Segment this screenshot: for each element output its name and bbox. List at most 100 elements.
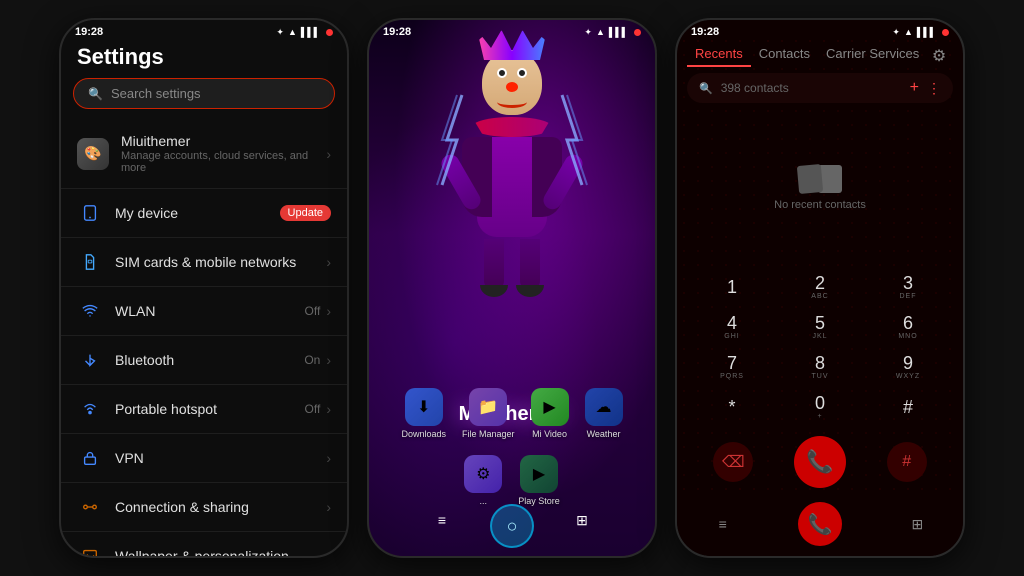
vpn-label: VPN (115, 450, 314, 466)
dial-num-5: 5 (815, 314, 825, 332)
update-badge: Update (280, 205, 331, 221)
device-icon (77, 200, 103, 226)
delete-button[interactable]: ⌫ (713, 442, 753, 482)
no-contacts-label: No recent contacts (774, 199, 866, 211)
tab-carrier[interactable]: Carrier Services (818, 42, 927, 67)
clown-mouth (497, 96, 527, 108)
dial-key-star[interactable]: * (689, 388, 775, 426)
wallpaper-label: Wallpaper & personalization (115, 548, 314, 556)
home-icon: ○ (507, 516, 518, 537)
bt-icon-3: ✦ (892, 27, 900, 38)
dial-key-3[interactable]: 3DEF (865, 268, 951, 306)
settings-item-wlan[interactable]: WLAN Off › (61, 287, 347, 336)
dial-num-6: 6 (903, 314, 913, 332)
dial-key-9[interactable]: 9WXYZ (865, 348, 951, 386)
app-other[interactable]: ⚙ ... (464, 455, 502, 506)
settings-item-mydevice[interactable]: My device Update (61, 189, 347, 238)
call-button[interactable]: 📞 (794, 436, 846, 488)
app-downloads[interactable]: ⬇ Downloads (401, 388, 446, 439)
dial-key-6[interactable]: 6MNO (865, 308, 951, 346)
settings-item-wallpaper[interactable]: Wallpaper & personalization › (61, 532, 347, 556)
settings-item-simcards[interactable]: SIM cards & mobile networks › (61, 238, 347, 287)
settings-list: 🎨 Miuithemer Manage accounts, cloud serv… (61, 119, 347, 556)
dial-num-4: 4 (727, 314, 737, 332)
phone-miuithemer: 19:28 ✦ ▲ ▌▌▌ (367, 18, 657, 558)
bars-icon-2: ▌▌▌ (609, 27, 628, 37)
chevron-icon: › (326, 146, 331, 162)
extra-button[interactable]: # (887, 442, 927, 482)
vpn-text: VPN (115, 450, 314, 466)
add-contact-icon[interactable]: + (910, 79, 919, 97)
dial-key-8[interactable]: 8TUV (777, 348, 863, 386)
app-filemanager[interactable]: 📁 File Manager (462, 388, 515, 439)
dial-key-1[interactable]: 1 (689, 268, 775, 306)
dialer-search-bar[interactable]: 🔍 398 contacts + ⋮ (687, 73, 953, 103)
dial-num-hash: # (903, 398, 913, 416)
dial-num-8: 8 (815, 354, 825, 372)
settings-item-bluetooth[interactable]: Bluetooth On › (61, 336, 347, 385)
dial-key-0[interactable]: 0+ (777, 388, 863, 426)
mivideo-label: Mi Video (532, 429, 567, 439)
more-options-icon[interactable]: ⋮ (927, 80, 941, 97)
tab-recents[interactable]: Recents (687, 42, 751, 67)
no-contacts-area: No recent contacts (677, 111, 963, 264)
signal-icon-2: ▲ (596, 27, 605, 37)
mydevice-text: My device (115, 205, 268, 221)
chevron-icon-bt: › (326, 352, 331, 368)
status-icons-3: ✦ ▲ ▌▌▌ (892, 27, 949, 38)
settings-item-hotspot[interactable]: Portable hotspot Off › (61, 385, 347, 434)
wlan-icon (77, 298, 103, 324)
bottom-dock: ≡ ○ ⊞ (369, 504, 655, 548)
search-bar[interactable]: 🔍 Search settings (73, 78, 335, 109)
recent-icon[interactable]: ⊞ (566, 504, 598, 536)
wlan-text: WLAN (115, 303, 293, 319)
settings-item-miuithemer[interactable]: 🎨 Miuithemer Manage accounts, cloud serv… (61, 119, 347, 189)
bluetooth-label: Bluetooth (115, 352, 292, 368)
settings-item-vpn[interactable]: VPN › (61, 434, 347, 483)
app-playstore[interactable]: ▶ Play Store (518, 455, 560, 506)
recent-nav-button[interactable]: ⊞ (901, 508, 933, 540)
dial-num-1: 1 (727, 278, 737, 296)
clown-legs (422, 239, 602, 297)
app-weather[interactable]: ☁ Weather (585, 388, 623, 439)
bluetooth-status-icon: ✦ (276, 27, 284, 38)
dial-key-7[interactable]: 7PQRS (689, 348, 775, 386)
hotspot-value: Off (305, 402, 321, 416)
playstore-icon: ▶ (520, 455, 558, 493)
other-icon: ⚙ (464, 455, 502, 493)
dial-key-5[interactable]: 5JKL (777, 308, 863, 346)
status-bar-2: 19:28 ✦ ▲ ▌▌▌ (369, 20, 655, 40)
settings-item-connection[interactable]: Connection & sharing › (61, 483, 347, 532)
wifi-status-icon: ▲ (288, 27, 297, 37)
dial-num-3: 3 (903, 274, 913, 292)
search-placeholder: Search settings (111, 86, 201, 101)
back-nav-icon: ≡ (719, 516, 727, 532)
delete-icon: ⌫ (722, 452, 745, 472)
chevron-icon-vpn: › (326, 450, 331, 466)
contact-cards-icon (798, 165, 842, 193)
dial-key-hash[interactable]: # (865, 388, 951, 426)
wallpaper-icon (77, 543, 103, 556)
tab-contacts[interactable]: Contacts (751, 42, 818, 67)
dial-key-4[interactable]: 4GHI (689, 308, 775, 346)
nav-call-button[interactable]: 📞 (798, 502, 842, 546)
dial-letters-8: TUV (812, 373, 829, 380)
weather-icon: ☁ (585, 388, 623, 426)
clown-head (482, 50, 542, 115)
hotspot-text: Portable hotspot (115, 401, 293, 417)
chevron-icon-wlan: › (326, 303, 331, 319)
back-icon[interactable]: ≡ (426, 504, 458, 536)
dial-letters-4: GHI (724, 333, 739, 340)
dial-key-2[interactable]: 2ABC (777, 268, 863, 306)
bluetooth-icon (77, 347, 103, 373)
back-nav-button[interactable]: ≡ (707, 508, 739, 540)
home-button[interactable]: ○ (490, 504, 534, 548)
settings-gear-icon[interactable]: ⚙ (927, 44, 951, 68)
page-title: Settings (61, 40, 347, 78)
mydevice-right: Update (280, 205, 331, 221)
simcards-text: SIM cards & mobile networks (115, 254, 314, 270)
clown-nose (506, 82, 518, 92)
miuithemer-sub: Manage accounts, cloud services, and mor… (121, 150, 314, 174)
app-mivideo[interactable]: ▶ Mi Video (531, 388, 569, 439)
dial-letters-6: MNO (898, 333, 917, 340)
